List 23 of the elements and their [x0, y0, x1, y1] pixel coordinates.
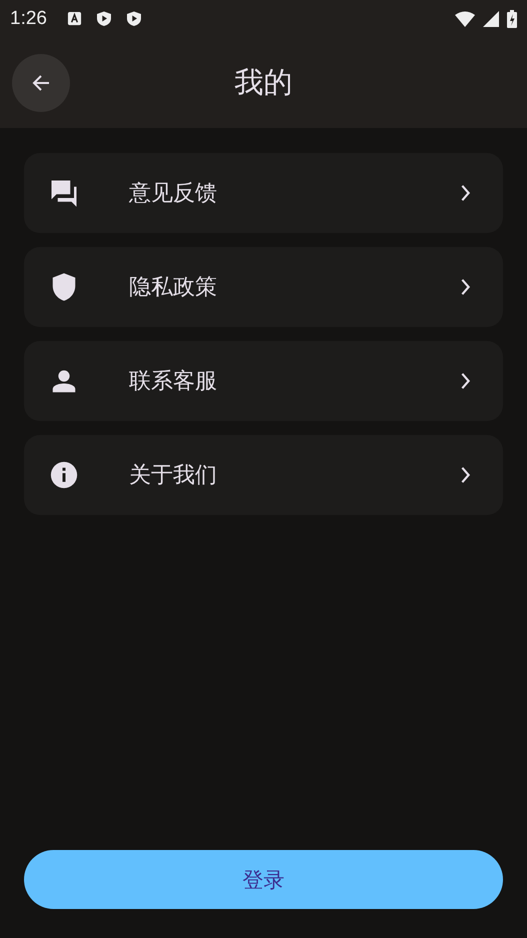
status-time: 1:26 [10, 8, 47, 30]
info-icon [49, 460, 79, 490]
menu-label: 关于我们 [129, 462, 218, 490]
login-button[interactable]: 登录 [24, 850, 503, 909]
page-title: 我的 [234, 64, 294, 100]
menu-item[interactable]: 联系客服 [24, 341, 503, 421]
menu-item[interactable]: 意见反馈 [24, 153, 503, 233]
wifi-icon [455, 10, 475, 26]
chat-icon [49, 178, 79, 208]
notification-icon [66, 11, 82, 26]
chevron-right-icon [459, 466, 471, 484]
shield-play-icon [96, 10, 112, 27]
menu-label: 联系客服 [129, 368, 218, 396]
menu-item[interactable]: 隐私政策 [24, 247, 503, 327]
chevron-right-icon [459, 372, 471, 390]
chevron-right-icon [459, 184, 471, 202]
menu-label: 隐私政策 [129, 274, 218, 302]
menu-label: 意见反馈 [129, 180, 218, 208]
chevron-right-icon [459, 278, 471, 296]
shield-play-icon [126, 10, 142, 27]
signal-icon [483, 10, 499, 26]
menu-item[interactable]: 关于我们 [24, 435, 503, 515]
battery-icon [507, 10, 517, 28]
